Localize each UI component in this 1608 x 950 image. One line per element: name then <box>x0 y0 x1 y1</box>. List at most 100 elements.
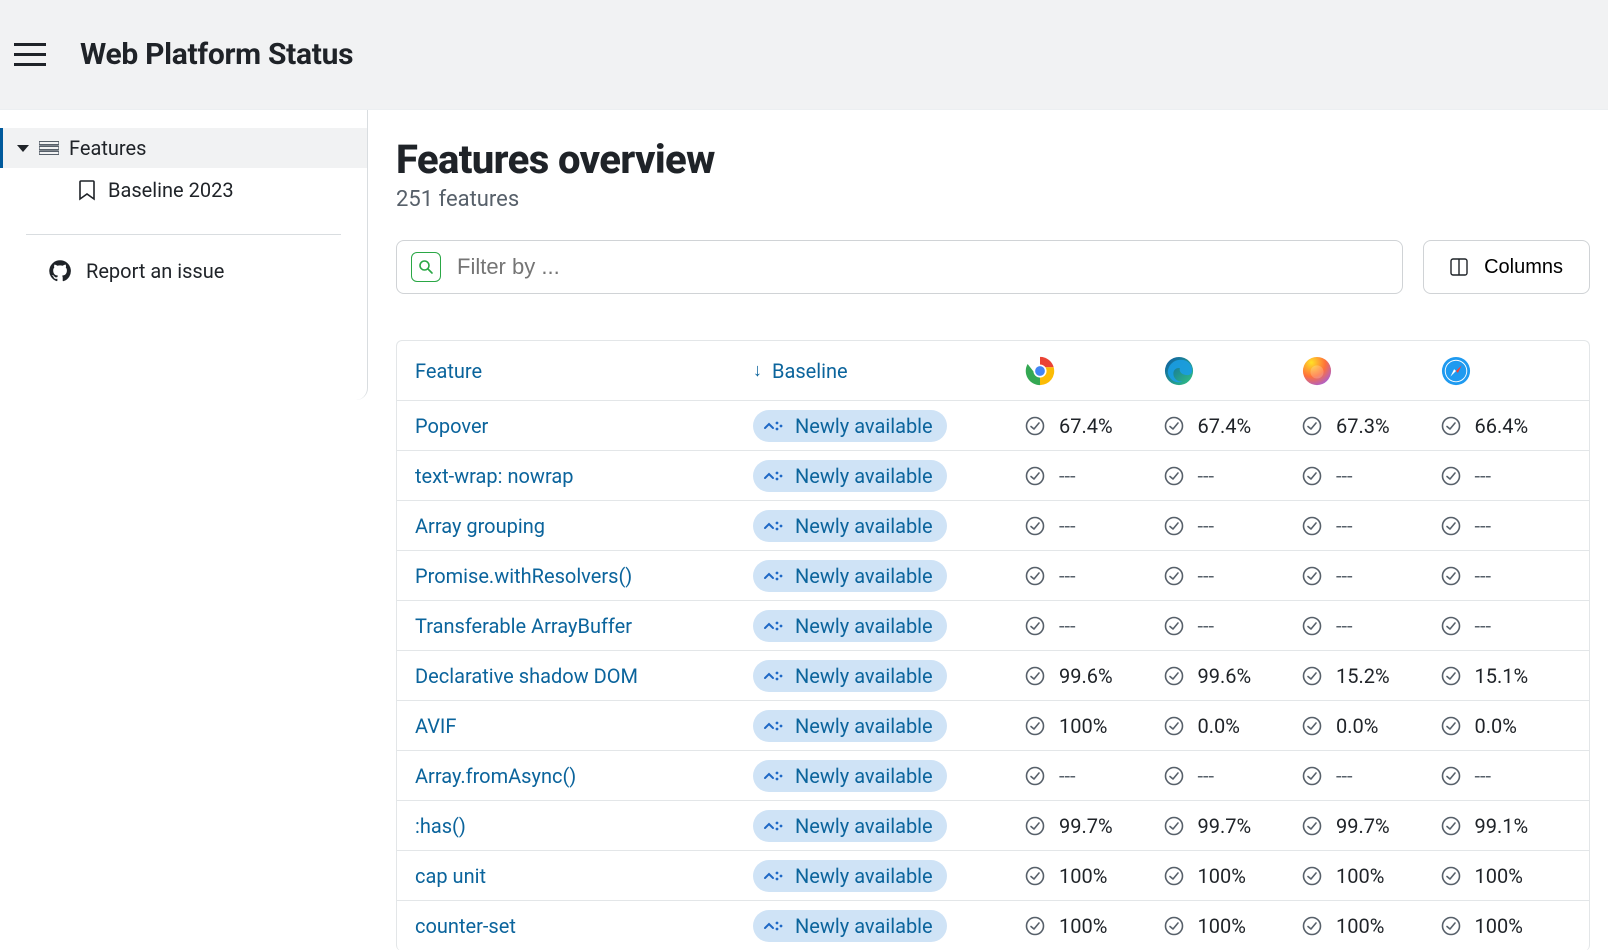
feature-link[interactable]: Promise.withResolvers() <box>415 564 632 588</box>
browser-value: 15.1% <box>1475 664 1545 688</box>
browser-value: 66.4% <box>1475 414 1545 438</box>
feature-link[interactable]: text-wrap: nowrap <box>415 464 573 488</box>
check-icon <box>1441 766 1461 786</box>
feature-link[interactable]: Array.fromAsync() <box>415 764 576 788</box>
col-baseline-label: Baseline <box>772 359 848 383</box>
baseline-chip: Newly available <box>753 810 947 842</box>
sidebar-report-issue[interactable]: Report an issue <box>0 245 367 297</box>
firefox-icon <box>1302 356 1332 386</box>
browser-cell: 0.0% <box>1294 714 1433 738</box>
browser-cell: 66.4% <box>1433 414 1572 438</box>
table-row: cap unitNewly available100%100%100%100% <box>397 851 1589 901</box>
col-feature[interactable]: Feature <box>397 359 753 383</box>
baseline-chip-label: Newly available <box>795 414 933 438</box>
page-title: Features overview <box>396 136 1590 183</box>
feature-link[interactable]: Declarative shadow DOM <box>415 664 638 688</box>
check-icon <box>1164 816 1184 836</box>
sidebar-group-features[interactable]: Features <box>0 128 367 168</box>
browser-cell: --- <box>1294 464 1433 488</box>
check-icon <box>1441 816 1461 836</box>
check-icon <box>1025 516 1045 536</box>
browser-value: 15.2% <box>1336 664 1406 688</box>
topbar: Web Platform Status <box>0 0 1608 110</box>
browser-cell: 99.1% <box>1433 814 1572 838</box>
baseline-chip-label: Newly available <box>795 864 933 888</box>
sidebar-divider <box>26 234 341 235</box>
col-safari[interactable] <box>1433 356 1572 386</box>
sidebar-item-baseline-2023[interactable]: Baseline 2023 <box>0 168 367 212</box>
check-icon <box>1164 566 1184 586</box>
feature-link[interactable]: Array grouping <box>415 514 545 538</box>
filter-input[interactable] <box>457 254 1388 280</box>
check-icon <box>1164 516 1184 536</box>
browser-cell: 100% <box>1156 914 1295 938</box>
browser-value: 0.0% <box>1198 714 1268 738</box>
browser-value: --- <box>1336 764 1406 788</box>
check-icon <box>1441 566 1461 586</box>
check-icon <box>1441 616 1461 636</box>
browser-value: --- <box>1336 514 1406 538</box>
browser-cell: 100% <box>1433 864 1572 888</box>
baseline-chip-label: Newly available <box>795 464 933 488</box>
feature-link[interactable]: Transferable ArrayBuffer <box>415 614 632 638</box>
baseline-chip: Newly available <box>753 560 947 592</box>
baseline-chip-label: Newly available <box>795 514 933 538</box>
check-icon <box>1302 666 1322 686</box>
col-chrome[interactable] <box>1017 356 1156 386</box>
check-icon <box>1025 766 1045 786</box>
browser-cell: 67.3% <box>1294 414 1433 438</box>
check-icon <box>1025 416 1045 436</box>
feature-link[interactable]: :has() <box>415 814 466 838</box>
col-firefox[interactable] <box>1294 356 1433 386</box>
table-row: Promise.withResolvers()Newly available--… <box>397 551 1589 601</box>
sidebar-item-label: Baseline 2023 <box>108 178 234 202</box>
check-icon <box>1441 516 1461 536</box>
feature-link[interactable]: counter-set <box>415 914 516 938</box>
check-icon <box>1164 466 1184 486</box>
table-row: Transferable ArrayBufferNewly available-… <box>397 601 1589 651</box>
feature-link[interactable]: Popover <box>415 414 488 438</box>
baseline-sparkle-icon <box>763 920 785 932</box>
feature-link[interactable]: cap unit <box>415 864 486 888</box>
check-icon <box>1164 666 1184 686</box>
check-icon <box>1441 416 1461 436</box>
baseline-chip: Newly available <box>753 410 947 442</box>
browser-cell: 15.1% <box>1433 664 1572 688</box>
browser-value: --- <box>1475 464 1545 488</box>
baseline-chip-label: Newly available <box>795 564 933 588</box>
features-table: Feature ↓ Baseline <box>396 340 1590 950</box>
browser-value: 100% <box>1475 864 1545 888</box>
browser-value: 67.4% <box>1198 414 1268 438</box>
browser-cell: --- <box>1017 614 1156 638</box>
check-icon <box>1302 766 1322 786</box>
browser-cell: --- <box>1156 614 1295 638</box>
browser-cell: 67.4% <box>1017 414 1156 438</box>
browser-value: --- <box>1059 464 1129 488</box>
check-icon <box>1025 466 1045 486</box>
check-icon <box>1025 816 1045 836</box>
edge-icon <box>1164 356 1194 386</box>
controls-row: Columns <box>396 240 1590 294</box>
browser-cell: 100% <box>1017 714 1156 738</box>
baseline-chip: Newly available <box>753 710 947 742</box>
check-icon <box>1164 766 1184 786</box>
baseline-chip: Newly available <box>753 760 947 792</box>
browser-value: 99.7% <box>1059 814 1129 838</box>
baseline-sparkle-icon <box>763 670 785 682</box>
table-row: :has()Newly available99.7%99.7%99.7%99.1… <box>397 801 1589 851</box>
filter-box[interactable] <box>396 240 1403 294</box>
col-baseline[interactable]: ↓ Baseline <box>753 359 1017 383</box>
browser-value: 100% <box>1336 914 1406 938</box>
browser-cell: 0.0% <box>1433 714 1572 738</box>
baseline-chip: Newly available <box>753 910 947 942</box>
sidebar-report-label: Report an issue <box>86 259 224 283</box>
col-edge[interactable] <box>1156 356 1295 386</box>
hamburger-menu-icon[interactable] <box>8 33 52 77</box>
browser-value: 100% <box>1198 864 1268 888</box>
feature-link[interactable]: AVIF <box>415 714 456 738</box>
baseline-sparkle-icon <box>763 620 785 632</box>
browser-cell: --- <box>1017 764 1156 788</box>
columns-button[interactable]: Columns <box>1423 240 1590 294</box>
browser-value: 0.0% <box>1475 714 1545 738</box>
browser-value: 0.0% <box>1336 714 1406 738</box>
